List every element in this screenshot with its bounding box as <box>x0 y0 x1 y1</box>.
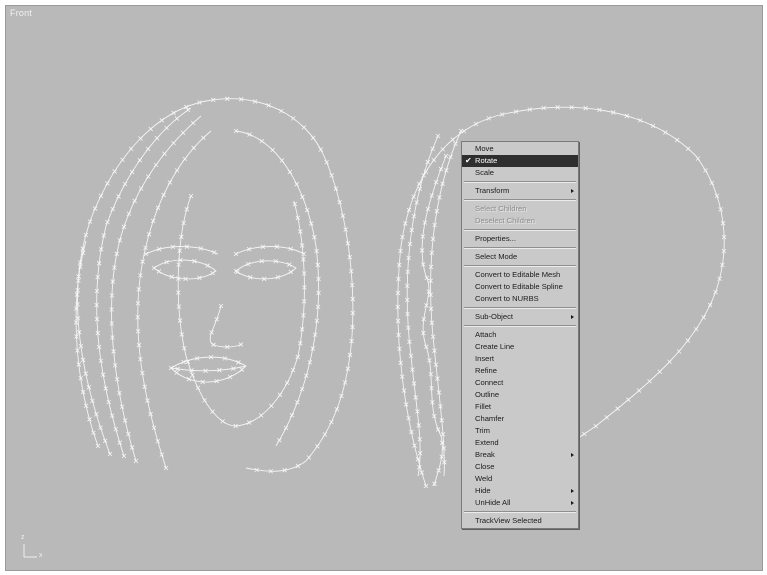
menu-item-attach[interactable]: Attach <box>462 329 578 341</box>
menu-item-label: Scale <box>475 168 494 177</box>
menu-item-label: Convert to Editable Spline <box>475 282 563 291</box>
menu-item-hide[interactable]: Hide <box>462 485 578 497</box>
menu-item-insert[interactable]: Insert <box>462 353 578 365</box>
menu-item-label: Create Line <box>475 342 515 351</box>
left-eye <box>153 259 217 280</box>
menu-item-label: Extend <box>475 438 499 447</box>
hair-outline-front <box>77 98 354 472</box>
submenu-arrow-icon <box>571 315 574 319</box>
menu-item-label: Attach <box>475 330 497 339</box>
menu-item-unhide-all[interactable]: UnHide All <box>462 497 578 509</box>
menu-separator <box>464 325 576 327</box>
menu-item-label: Break <box>475 450 495 459</box>
menu-item-label: Convert to Editable Mesh <box>475 270 561 279</box>
submenu-arrow-icon <box>571 453 574 457</box>
menu-item-rotate[interactable]: ✔ Rotate <box>462 155 578 167</box>
menu-item-label: Rotate <box>475 156 498 165</box>
menu-item-properties[interactable]: Properties... <box>462 233 578 245</box>
menu-item-trackview-selected[interactable]: TrackView Selected <box>462 515 578 527</box>
menu-separator <box>464 307 576 309</box>
menu-item-label: Refine <box>475 366 497 375</box>
menu-item-label: Select Children <box>475 204 527 213</box>
context-quad-menu[interactable]: Move ✔ Rotate Scale Transform Select Children… <box>461 141 579 529</box>
menu-item-sub-object[interactable]: Sub-Object <box>462 311 578 323</box>
right-brow <box>235 246 305 255</box>
submenu-arrow-icon <box>571 489 574 493</box>
menu-item-connect[interactable]: Connect <box>462 377 578 389</box>
menu-item-label: Fillet <box>475 402 492 411</box>
menu-item-move[interactable]: Move <box>462 143 578 155</box>
menu-item-label: Move <box>475 144 494 153</box>
hair-strand-1 <box>111 115 202 462</box>
menu-item-label: Insert <box>475 354 494 363</box>
menu-item-label: TrackView Selected <box>475 516 542 525</box>
menu-item-label: Properties... <box>475 234 516 243</box>
menu-separator <box>464 511 576 513</box>
menu-item-label: Hide <box>475 486 491 495</box>
menu-item-create-line[interactable]: Create Line <box>462 341 578 353</box>
menu-separator <box>464 247 576 249</box>
menu-item-extend[interactable]: Extend <box>462 437 578 449</box>
hair-inner-left <box>137 130 212 469</box>
menu-item-label: Sub-Object <box>475 312 513 321</box>
menu-item-label: Chamfer <box>475 414 505 423</box>
menu-item-weld[interactable]: Weld <box>462 473 578 485</box>
menu-item-label: Convert to NURBS <box>475 294 539 303</box>
menu-item-convert-to-editable-spline[interactable]: Convert to Editable Spline <box>462 281 578 293</box>
spline-vertices <box>73 96 727 491</box>
axis-x-label: x <box>39 552 43 559</box>
menu-item-label: Outline <box>475 390 500 399</box>
menu-item-close[interactable]: Close <box>462 461 578 473</box>
menu-item-fillet[interactable]: Fillet <box>462 401 578 413</box>
menu-item-label: Deselect Children <box>475 216 535 225</box>
menu-item-label: Transform <box>475 186 510 195</box>
menu-separator <box>464 265 576 267</box>
menu-item-convert-to-editable-mesh[interactable]: Convert to Editable Mesh <box>462 269 578 281</box>
menu-item-chamfer[interactable]: Chamfer <box>462 413 578 425</box>
menu-item-break[interactable]: Break <box>462 449 578 461</box>
front-viewport[interactable]: Front z x <box>5 5 763 571</box>
menu-item-convert-to-nurbs[interactable]: Convert to NURBS <box>462 293 578 305</box>
submenu-arrow-icon <box>571 189 574 193</box>
menu-item-trim[interactable]: Trim <box>462 425 578 437</box>
nose <box>209 305 243 348</box>
spline-scene[interactable] <box>6 6 763 571</box>
menu-separator <box>464 199 576 201</box>
menu-item-scale[interactable]: Scale <box>462 167 578 179</box>
menu-item-select-mode[interactable]: Select Mode <box>462 251 578 263</box>
right-eye <box>235 260 297 280</box>
checkmark-icon: ✔ <box>465 156 472 165</box>
menu-item-transform[interactable]: Transform <box>462 185 578 197</box>
menu-item-label: Weld <box>475 474 493 483</box>
face-outline-front <box>177 195 305 427</box>
menu-item-outline[interactable]: Outline <box>462 389 578 401</box>
menu-item-deselect-children: Deselect Children <box>462 215 578 227</box>
menu-item-select-children: Select Children <box>462 203 578 215</box>
menu-separator <box>464 229 576 231</box>
menu-item-label: Connect <box>475 378 504 387</box>
left-brow <box>145 246 219 255</box>
menu-separator <box>464 181 576 183</box>
menu-item-label: Select Mode <box>475 252 518 261</box>
menu-item-label: Trim <box>475 426 490 435</box>
side-strand-1 <box>406 135 439 477</box>
submenu-arrow-icon <box>571 501 574 505</box>
axis-z-label: z <box>21 534 25 541</box>
menu-item-label: UnHide All <box>475 498 511 507</box>
menu-item-refine[interactable]: Refine <box>462 365 578 377</box>
menu-item-label: Close <box>475 462 495 471</box>
hair-strand-3 <box>75 240 99 447</box>
